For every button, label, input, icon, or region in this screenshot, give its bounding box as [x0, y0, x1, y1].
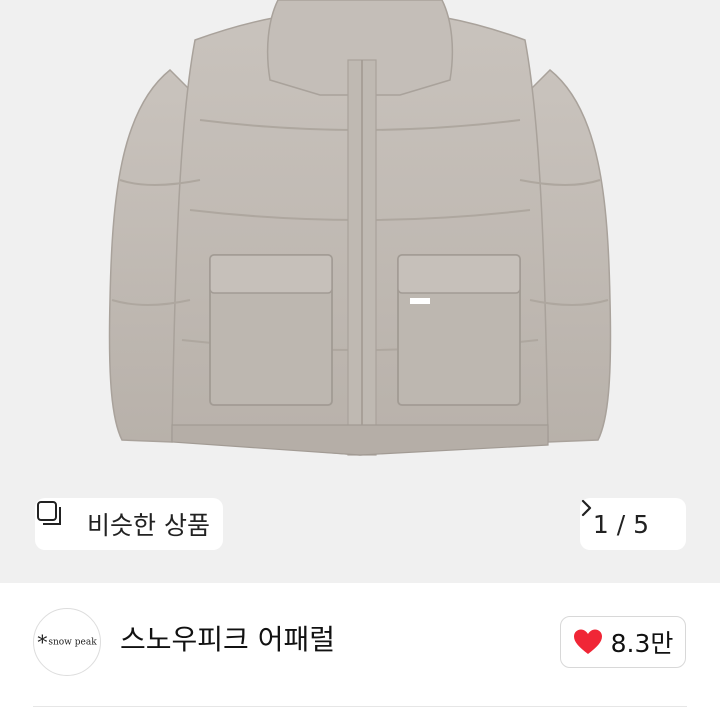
image-counter: 1 / 5 — [592, 509, 650, 539]
image-counter-button[interactable]: 1 / 5 — [580, 498, 686, 550]
chevron-right-icon — [581, 499, 673, 534]
similar-products-label: 비슷한 상품 — [87, 511, 210, 540]
like-button[interactable]: 8.3만 — [560, 616, 686, 668]
copy-icon — [37, 501, 77, 538]
puffer-jacket-image — [108, 0, 612, 456]
divider — [33, 706, 687, 707]
heart-icon — [573, 628, 603, 656]
like-count: 8.3만 — [610, 629, 674, 658]
similar-products-button[interactable]: 비슷한 상품 — [35, 498, 223, 550]
product-page: 비슷한 상품 1 / 5 *snow peak 스노우피크 어패럴 8.3만 — [0, 0, 720, 720]
snow-peak-logo: *snow peak — [37, 630, 97, 654]
seller-avatar[interactable]: *snow peak — [33, 608, 101, 676]
seller-name[interactable]: 스노우피크 어패럴 — [120, 620, 335, 660]
product-image[interactable]: 비슷한 상품 1 / 5 — [0, 0, 720, 583]
